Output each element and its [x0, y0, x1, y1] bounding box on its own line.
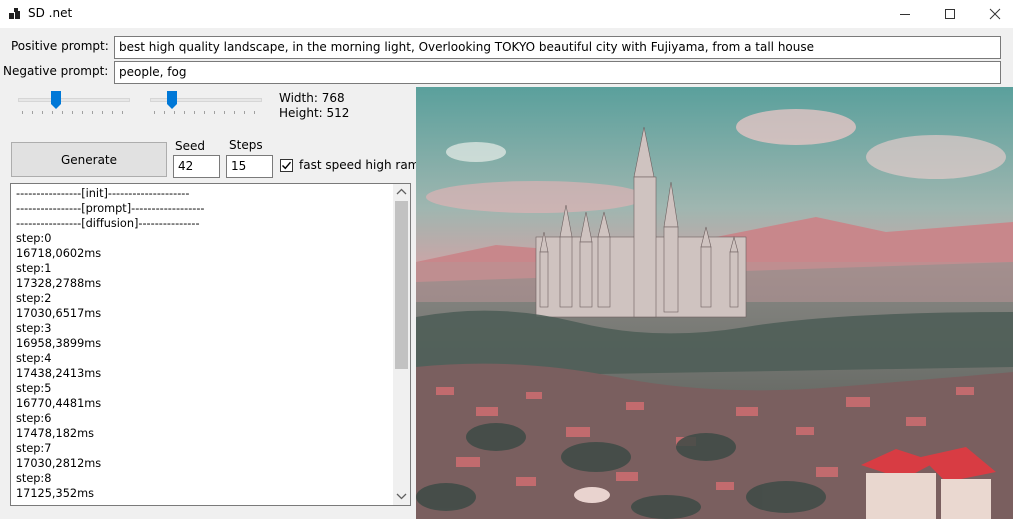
minimize-icon: [900, 14, 910, 15]
scroll-thumb[interactable]: [395, 201, 408, 369]
fast-speed-checkbox[interactable]: [280, 159, 293, 172]
close-icon: [989, 8, 1001, 20]
title-bar: [0, 0, 1013, 28]
log-line: step:7: [16, 442, 52, 455]
log-line: 16718,0602ms: [16, 247, 102, 260]
width-slider-thumb[interactable]: [51, 91, 61, 109]
log-line: step:2: [16, 292, 52, 305]
check-icon: [282, 161, 292, 170]
log-line: 16770,4481ms: [16, 397, 102, 410]
log-line: 17030,6517ms: [16, 307, 102, 320]
scroll-down-icon[interactable]: [396, 492, 407, 500]
maximize-icon: [945, 9, 955, 19]
seed-input[interactable]: 42: [173, 155, 220, 178]
log-line: step:8: [16, 472, 52, 485]
log-line: 16958,3899ms: [16, 337, 102, 350]
log-line: step:0: [16, 232, 52, 245]
positive-prompt-input[interactable]: best high quality landscape, in the morn…: [114, 36, 1001, 59]
log-line: step:1: [16, 262, 52, 275]
log-line: ----------------[prompt]----------------…: [16, 202, 205, 215]
log-line: ----------------[diffusion]-------------…: [16, 217, 200, 230]
close-button[interactable]: [972, 0, 1013, 28]
height-slider-thumb[interactable]: [167, 91, 177, 109]
steps-input[interactable]: 15: [226, 155, 273, 178]
log-line: 17438,2413ms: [16, 367, 102, 380]
generated-image: [416, 87, 1013, 519]
log-line: 17125,352ms: [16, 487, 94, 500]
log-lines: ----------------[init]------------------…: [16, 186, 391, 501]
log-line: 17328,2788ms: [16, 277, 102, 290]
window-title: SD .net: [28, 6, 73, 20]
width-value-label: Width: 768: [279, 91, 345, 105]
fast-speed-label: fast speed high ram: [299, 158, 420, 172]
log-line: step:6: [16, 412, 52, 425]
scroll-up-icon[interactable]: [396, 188, 407, 196]
height-slider-ticks: [154, 111, 255, 114]
log-panel[interactable]: ----------------[init]------------------…: [10, 183, 411, 506]
height-slider[interactable]: [150, 90, 262, 118]
log-line: 17030,2812ms: [16, 457, 102, 470]
seed-label: Seed: [175, 139, 205, 153]
height-value-label: Height: 512: [279, 106, 350, 120]
log-line: step:4: [16, 352, 52, 365]
log-line: ----------------[init]------------------…: [16, 187, 190, 200]
width-slider-ticks: [22, 111, 123, 114]
log-scrollbar[interactable]: [393, 184, 410, 505]
log-line: step:3: [16, 322, 52, 335]
steps-label: Steps: [229, 138, 263, 152]
negative-prompt-label: Negative prompt:: [3, 64, 109, 78]
app-icon: [9, 8, 20, 19]
generate-button[interactable]: Generate: [11, 142, 167, 177]
negative-prompt-input[interactable]: people, fog: [114, 61, 1001, 84]
positive-prompt-label: Positive prompt:: [11, 39, 109, 53]
minimize-button[interactable]: [882, 0, 928, 28]
width-slider[interactable]: [18, 90, 130, 118]
log-line: 17478,182ms: [16, 427, 94, 440]
log-line: step:5: [16, 382, 52, 395]
maximize-button[interactable]: [927, 0, 973, 28]
